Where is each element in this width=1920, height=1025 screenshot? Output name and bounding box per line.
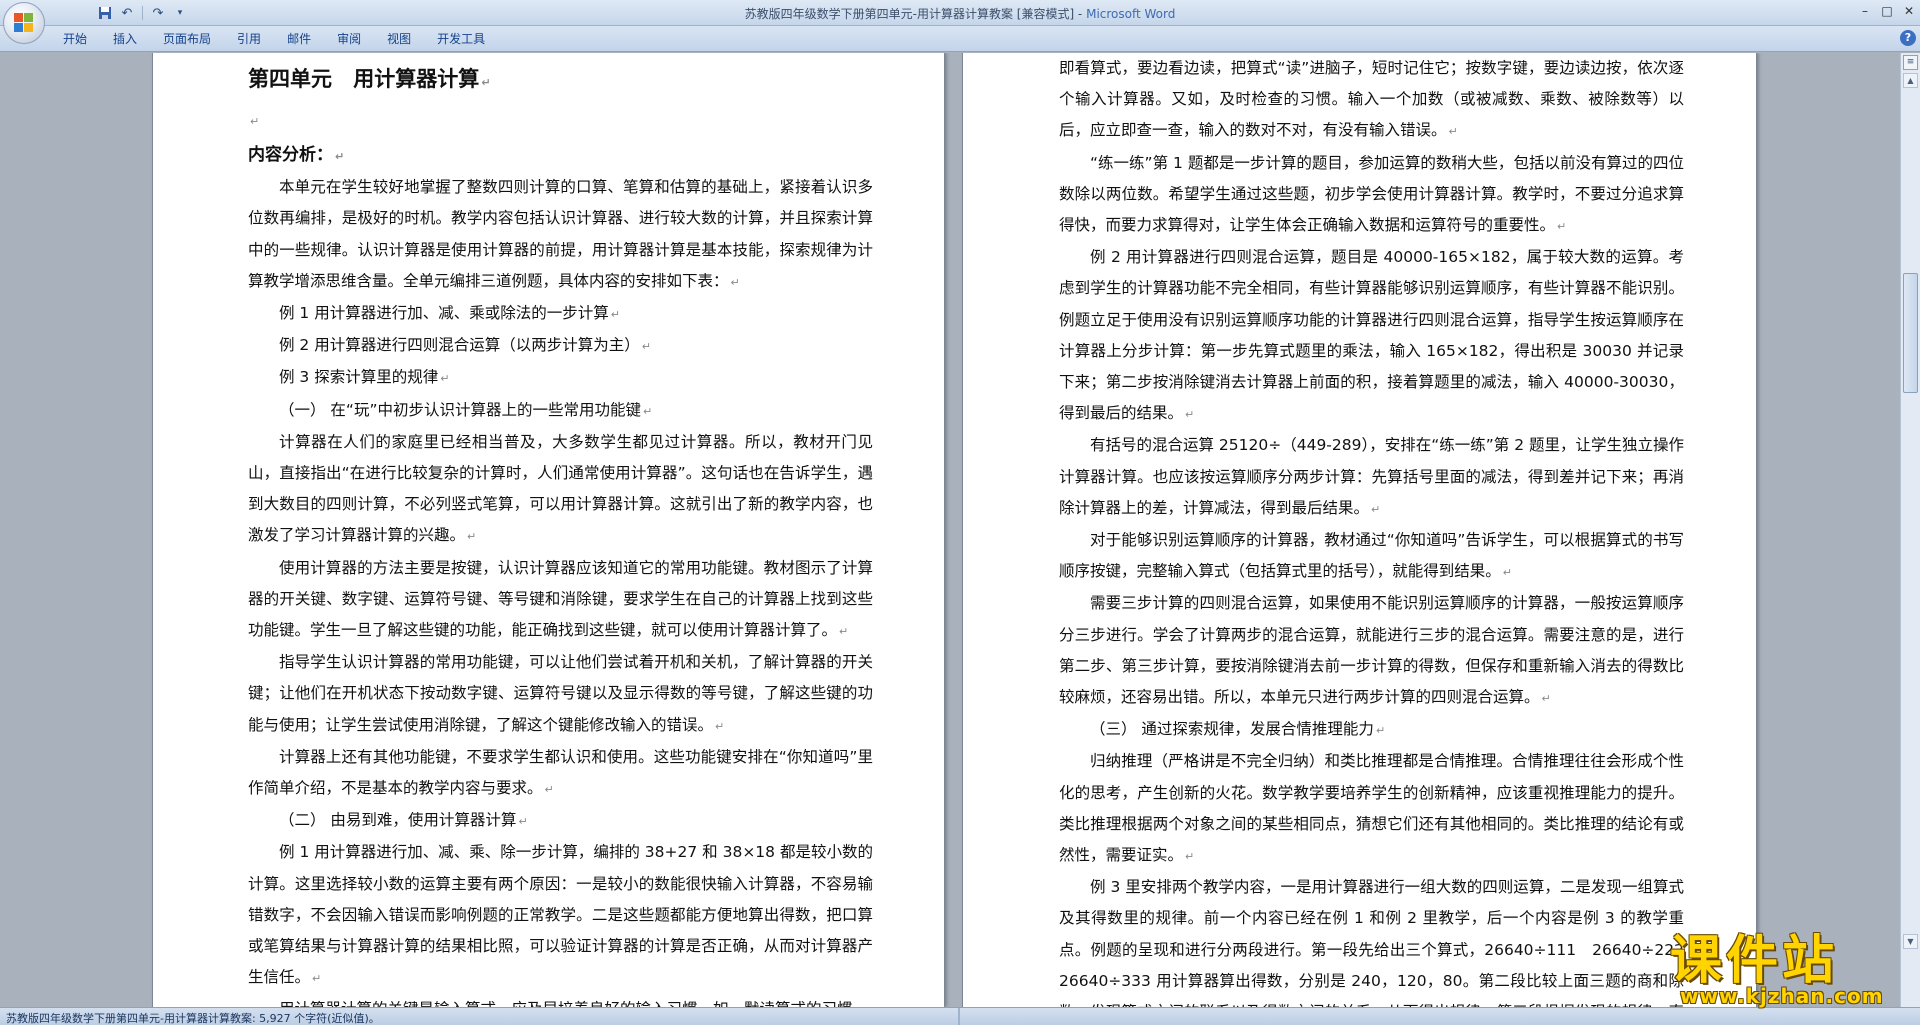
page-left-content: 第四单元 用计算器计算 内容分析： 本单元在学生较好地掌握了整数四则计算的口算、… — [248, 53, 873, 1007]
paragraph: 计算器在人们的家庭里已经相当普及，大多数学生都见过计算器。所以，教材开门见山，直… — [248, 427, 873, 553]
paragraph: 例 1 用计算器进行加、减、乘、除一步计算，编排的 38+27 和 38×18 … — [248, 837, 873, 994]
help-icon[interactable]: ? — [1900, 30, 1916, 46]
subsection-heading: （一） 在“玩”中初步认识计算器上的一些常用功能键 — [248, 395, 873, 427]
paragraph: 使用计算器的方法主要是按键，认识计算器应该知道它的常用功能键。教材图示了计算器的… — [248, 553, 873, 648]
minimize-button[interactable]: – — [1854, 0, 1876, 22]
window-title: 苏教版四年级数学下册第四单元-用计算器计算教案 [兼容模式] - Microso… — [0, 5, 1920, 22]
tab-page-layout[interactable]: 页面布局 — [150, 30, 224, 48]
paragraph: “练一练”第 1 题都是一步计算的题目，参加运算的数稍大些，包括以前没有算过的四… — [1059, 148, 1684, 243]
page-title: 第四单元 用计算器计算 — [248, 57, 873, 105]
document-area: 第四单元 用计算器计算 内容分析： 本单元在学生较好地掌握了整数四则计算的口算、… — [0, 53, 1900, 1007]
paragraph: 有括号的混合运算 25120÷（449-289），安排在“练一练”第 2 题里，… — [1059, 430, 1684, 525]
tab-view[interactable]: 视图 — [374, 30, 424, 48]
maximize-button[interactable]: □ — [1876, 0, 1898, 22]
watermark-logo: 课件站 www.kjzhan.com — [1670, 918, 1918, 1018]
scroll-thumb[interactable] — [1903, 273, 1918, 393]
title-bar: ↶ ↷ ▾ 苏教版四年级数学下册第四单元-用计算器计算教案 [兼容模式] - M… — [0, 0, 1920, 44]
office-logo-icon — [14, 13, 34, 33]
office-button[interactable] — [3, 2, 45, 44]
status-divider — [958, 1008, 960, 1025]
subsection-heading: （三） 通过探索规律，发展合情推理能力 — [1059, 714, 1684, 746]
paragraph: 例 3 探索计算里的规律 — [248, 362, 873, 394]
window-controls: – □ ✕ — [1854, 0, 1920, 22]
ribbon-tabs: 开始 插入 页面布局 引用 邮件 审阅 视图 开发工具 ? — [0, 26, 1920, 52]
section-heading: 内容分析： — [248, 140, 873, 172]
paragraph: 即看算式，要边看边读，把算式“读”进脑子，短时记住它；按数字键，要边读边按，依次… — [1059, 53, 1684, 148]
scroll-up-icon[interactable]: ▲ — [1903, 73, 1918, 88]
page-right[interactable]: 即看算式，要边看边读，把算式“读”进脑子，短时记住它；按数字键，要边读边按，依次… — [962, 53, 1757, 1007]
tab-home[interactable]: 开始 — [50, 30, 100, 48]
tab-mailings[interactable]: 邮件 — [274, 30, 324, 48]
watermark-text: 课件站 — [1670, 931, 1839, 991]
ruler-toggle-icon[interactable]: ≡ — [1903, 55, 1918, 70]
close-button[interactable]: ✕ — [1898, 0, 1920, 22]
watermark-url: www.kjzhan.com — [1680, 984, 1884, 1008]
subsection-heading: （二） 由易到难，使用计算器计算 — [248, 805, 873, 837]
blank-paragraph — [248, 105, 873, 136]
tab-review[interactable]: 审阅 — [324, 30, 374, 48]
paragraph: 归纳推理（严格讲是不完全归纳）和类比推理都是合情推理。合情推理往往会形成个性化的… — [1059, 746, 1684, 872]
vertical-scrollbar[interactable]: ≡ ▲ ▼ — [1900, 53, 1920, 1007]
app-name: Microsoft Word — [1086, 7, 1176, 21]
paragraph: 计算器上还有其他功能键，不要求学生都认识和使用。这些功能键安排在“你知道吗”里作… — [248, 742, 873, 805]
status-text: 苏教版四年级数学下册第四单元-用计算器计算教案: 5,927 个字符(近似值)。 — [6, 1012, 380, 1025]
paragraph: 例 2 用计算器进行四则混合运算，题目是 40000-165×182，属于较大数… — [1059, 242, 1684, 430]
paragraph: 用计算器计算的关键是输入算式，应及早培养良好的输入习惯。如，默读算式的习惯。 — [248, 994, 873, 1007]
page-left[interactable]: 第四单元 用计算器计算 内容分析： 本单元在学生较好地掌握了整数四则计算的口算、… — [152, 53, 945, 1007]
page-right-content: 即看算式，要边看边读，把算式“读”进脑子，短时记住它；按数字键，要边读边按，依次… — [1059, 53, 1700, 1007]
tab-developer[interactable]: 开发工具 — [424, 30, 498, 48]
paragraph: 指导学生认识计算器的常用功能键，可以让他们尝试着开机和关机，了解计算器的开关键；… — [248, 647, 873, 742]
paragraph: 例 2 用计算器进行四则混合运算（以两步计算为主） — [248, 330, 873, 362]
tab-insert[interactable]: 插入 — [100, 30, 150, 48]
paragraph: 需要三步计算的四则混合运算，如果使用不能识别运算顺序的计算器，一般按运算顺序分三… — [1059, 588, 1684, 714]
paragraph: 例 3 里安排两个教学内容，一是用计算器进行一组大数的四则运算，二是发现一组算式… — [1059, 878, 1700, 1007]
tab-references[interactable]: 引用 — [224, 30, 274, 48]
document-title: 苏教版四年级数学下册第四单元-用计算器计算教案 [兼容模式] - — [744, 7, 1087, 21]
paragraph: 对于能够识别运算顺序的计算器，教材通过“你知道吗”告诉学生，可以根据算式的书写顺… — [1059, 525, 1684, 588]
paragraph: 例 1 用计算器进行加、减、乘或除法的一步计算 — [248, 298, 873, 330]
status-bar: 苏教版四年级数学下册第四单元-用计算器计算教案: 5,927 个字符(近似值)。 — [0, 1007, 1920, 1025]
paragraph: 本单元在学生较好地掌握了整数四则计算的口算、笔算和估算的基础上，紧接着认识多位数… — [248, 172, 873, 298]
